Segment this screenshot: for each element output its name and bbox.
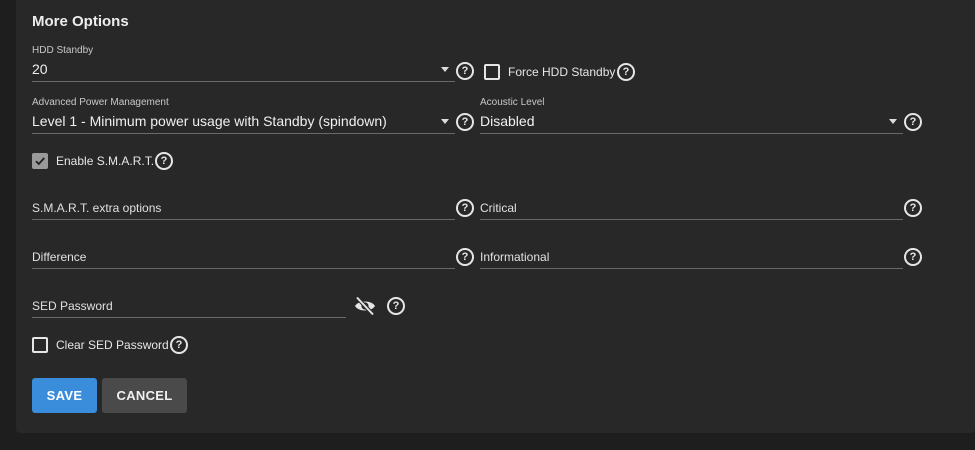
hdd-standby-select[interactable]: 20	[32, 58, 455, 82]
smart-extra-options-placeholder: S.M.A.R.T. extra options	[32, 201, 162, 215]
apm-label: Advanced Power Management	[32, 97, 169, 108]
critical-underline	[480, 219, 903, 220]
smart-extra-options-input[interactable]: S.M.A.R.T. extra options	[32, 197, 455, 220]
difference-placeholder: Difference	[32, 250, 87, 264]
hdd-standby-value: 20	[32, 61, 48, 77]
hdd-standby-help-icon[interactable]: ?	[456, 62, 474, 80]
informational-underline	[480, 268, 903, 269]
hdd-standby-underline	[32, 81, 455, 82]
sed-password-input[interactable]: SED Password	[32, 295, 346, 318]
difference-underline	[32, 268, 455, 269]
save-button[interactable]: SAVE	[32, 378, 97, 413]
acoustic-level-underline	[480, 133, 903, 134]
sed-password-placeholder: SED Password	[32, 299, 113, 313]
force-hdd-standby-checkbox[interactable]	[484, 64, 500, 80]
clear-sed-password-label: Clear SED Password	[56, 338, 169, 352]
apm-select[interactable]: Level 1 - Minimum power usage with Stand…	[32, 110, 455, 134]
acoustic-level-value: Disabled	[480, 113, 535, 129]
informational-help-icon[interactable]: ?	[904, 248, 922, 266]
acoustic-level-label: Acoustic Level	[480, 97, 545, 108]
acoustic-level-select[interactable]: Disabled	[480, 110, 903, 134]
chevron-down-icon	[441, 67, 449, 72]
critical-placeholder: Critical	[480, 201, 517, 215]
sed-password-underline	[32, 317, 346, 318]
apm-value: Level 1 - Minimum power usage with Stand…	[32, 113, 387, 129]
sed-password-help-icon[interactable]: ?	[387, 297, 405, 315]
critical-input[interactable]: Critical	[480, 197, 903, 220]
informational-input[interactable]: Informational	[480, 246, 903, 269]
cancel-button[interactable]: CANCEL	[102, 378, 187, 413]
chevron-down-icon	[441, 119, 449, 124]
apm-underline	[32, 133, 455, 134]
enable-smart-help-icon[interactable]: ?	[155, 152, 173, 170]
section-title: More Options	[32, 13, 129, 30]
acoustic-level-help-icon[interactable]: ?	[904, 113, 922, 131]
check-icon	[35, 157, 45, 166]
smart-extra-options-underline	[32, 219, 455, 220]
difference-help-icon[interactable]: ?	[456, 248, 474, 266]
enable-smart-label: Enable S.M.A.R.T.	[56, 154, 155, 168]
critical-help-icon[interactable]: ?	[904, 199, 922, 217]
force-hdd-standby-label: Force HDD Standby	[508, 65, 616, 79]
clear-sed-password-checkbox[interactable]	[32, 337, 48, 353]
chevron-down-icon	[889, 119, 897, 124]
enable-smart-checkbox[interactable]	[32, 153, 48, 169]
hdd-standby-label: HDD Standby	[32, 45, 94, 56]
difference-input[interactable]: Difference	[32, 246, 455, 269]
apm-help-icon[interactable]: ?	[456, 113, 474, 131]
clear-sed-password-help-icon[interactable]: ?	[170, 336, 188, 354]
eye-off-icon[interactable]	[353, 296, 377, 316]
smart-extra-options-help-icon[interactable]: ?	[456, 199, 474, 217]
informational-placeholder: Informational	[480, 250, 550, 264]
force-hdd-standby-help-icon[interactable]: ?	[617, 63, 635, 81]
